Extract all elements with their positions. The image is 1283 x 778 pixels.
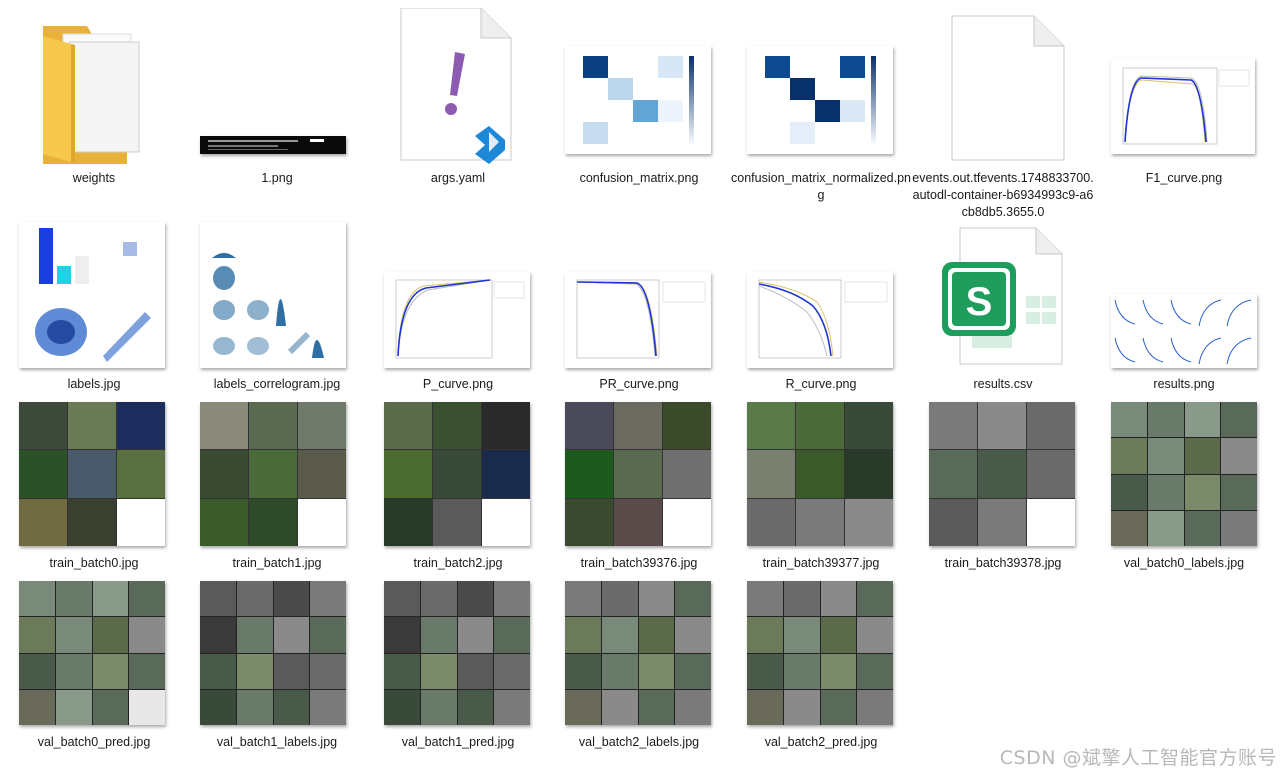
image-thumbnail — [367, 572, 549, 734]
yaml-file-icon — [367, 7, 549, 170]
image-thumbnail — [548, 214, 730, 376]
file-name: confusion_matrix_normalized.png — [731, 171, 911, 202]
image-thumbnail — [1093, 214, 1275, 376]
svg-text:S: S — [966, 280, 993, 324]
image-thumbnail — [1093, 8, 1275, 170]
image-thumbnail — [3, 214, 185, 376]
file-name: confusion_matrix.png — [579, 171, 699, 185]
file-name: val_batch0_labels.jpg — [1123, 556, 1245, 570]
file-name: train_batch39377.jpg — [762, 556, 880, 570]
file-name: train_batch39376.jpg — [580, 556, 698, 570]
file-name: results.png — [1153, 377, 1215, 391]
file-name: F1_curve.png — [1145, 171, 1223, 185]
image-thumbnail — [730, 572, 912, 734]
image-thumbnail — [548, 393, 730, 555]
file-name: train_batch2.jpg — [413, 556, 503, 570]
image-thumbnail — [3, 393, 185, 555]
file-name: 1.png — [261, 171, 293, 185]
folder-icon — [3, 8, 185, 170]
file-name: val_batch2_labels.jpg — [578, 735, 700, 749]
image-thumbnail — [186, 393, 368, 555]
file-name: val_batch0_pred.jpg — [37, 735, 151, 749]
image-thumbnail — [186, 8, 368, 170]
file-name: labels.jpg — [67, 377, 121, 391]
file-name: val_batch2_pred.jpg — [764, 735, 878, 749]
file-name: args.yaml — [430, 171, 486, 185]
image-thumbnail — [1093, 393, 1275, 555]
file-name: val_batch1_pred.jpg — [401, 735, 515, 749]
file-name: results.csv — [973, 377, 1033, 391]
image-thumbnail — [730, 214, 912, 376]
image-thumbnail — [367, 393, 549, 555]
file-name: R_curve.png — [785, 377, 857, 391]
file-name: weights — [72, 171, 116, 185]
image-thumbnail — [730, 8, 912, 170]
watermark: CSDN @斌擎人工智能官方账号 — [999, 747, 1277, 769]
image-thumbnail — [186, 214, 368, 376]
image-thumbnail — [367, 214, 549, 376]
file-name: labels_correlogram.jpg — [213, 377, 341, 391]
file-name: val_batch1_labels.jpg — [216, 735, 338, 749]
image-thumbnail — [912, 393, 1094, 555]
file-name: PR_curve.png — [599, 377, 679, 391]
file-name: train_batch0.jpg — [49, 556, 139, 570]
file-name: P_curve.png — [422, 377, 494, 391]
spreadsheet-icon: S — [912, 214, 1094, 376]
file-name: train_batch1.jpg — [232, 556, 322, 570]
image-thumbnail — [730, 393, 912, 555]
image-thumbnail — [548, 8, 730, 170]
image-thumbnail — [3, 572, 185, 734]
image-thumbnail — [186, 572, 368, 734]
generic-file-icon — [912, 8, 1094, 170]
file-name: train_batch39378.jpg — [944, 556, 1062, 570]
image-thumbnail — [548, 572, 730, 734]
